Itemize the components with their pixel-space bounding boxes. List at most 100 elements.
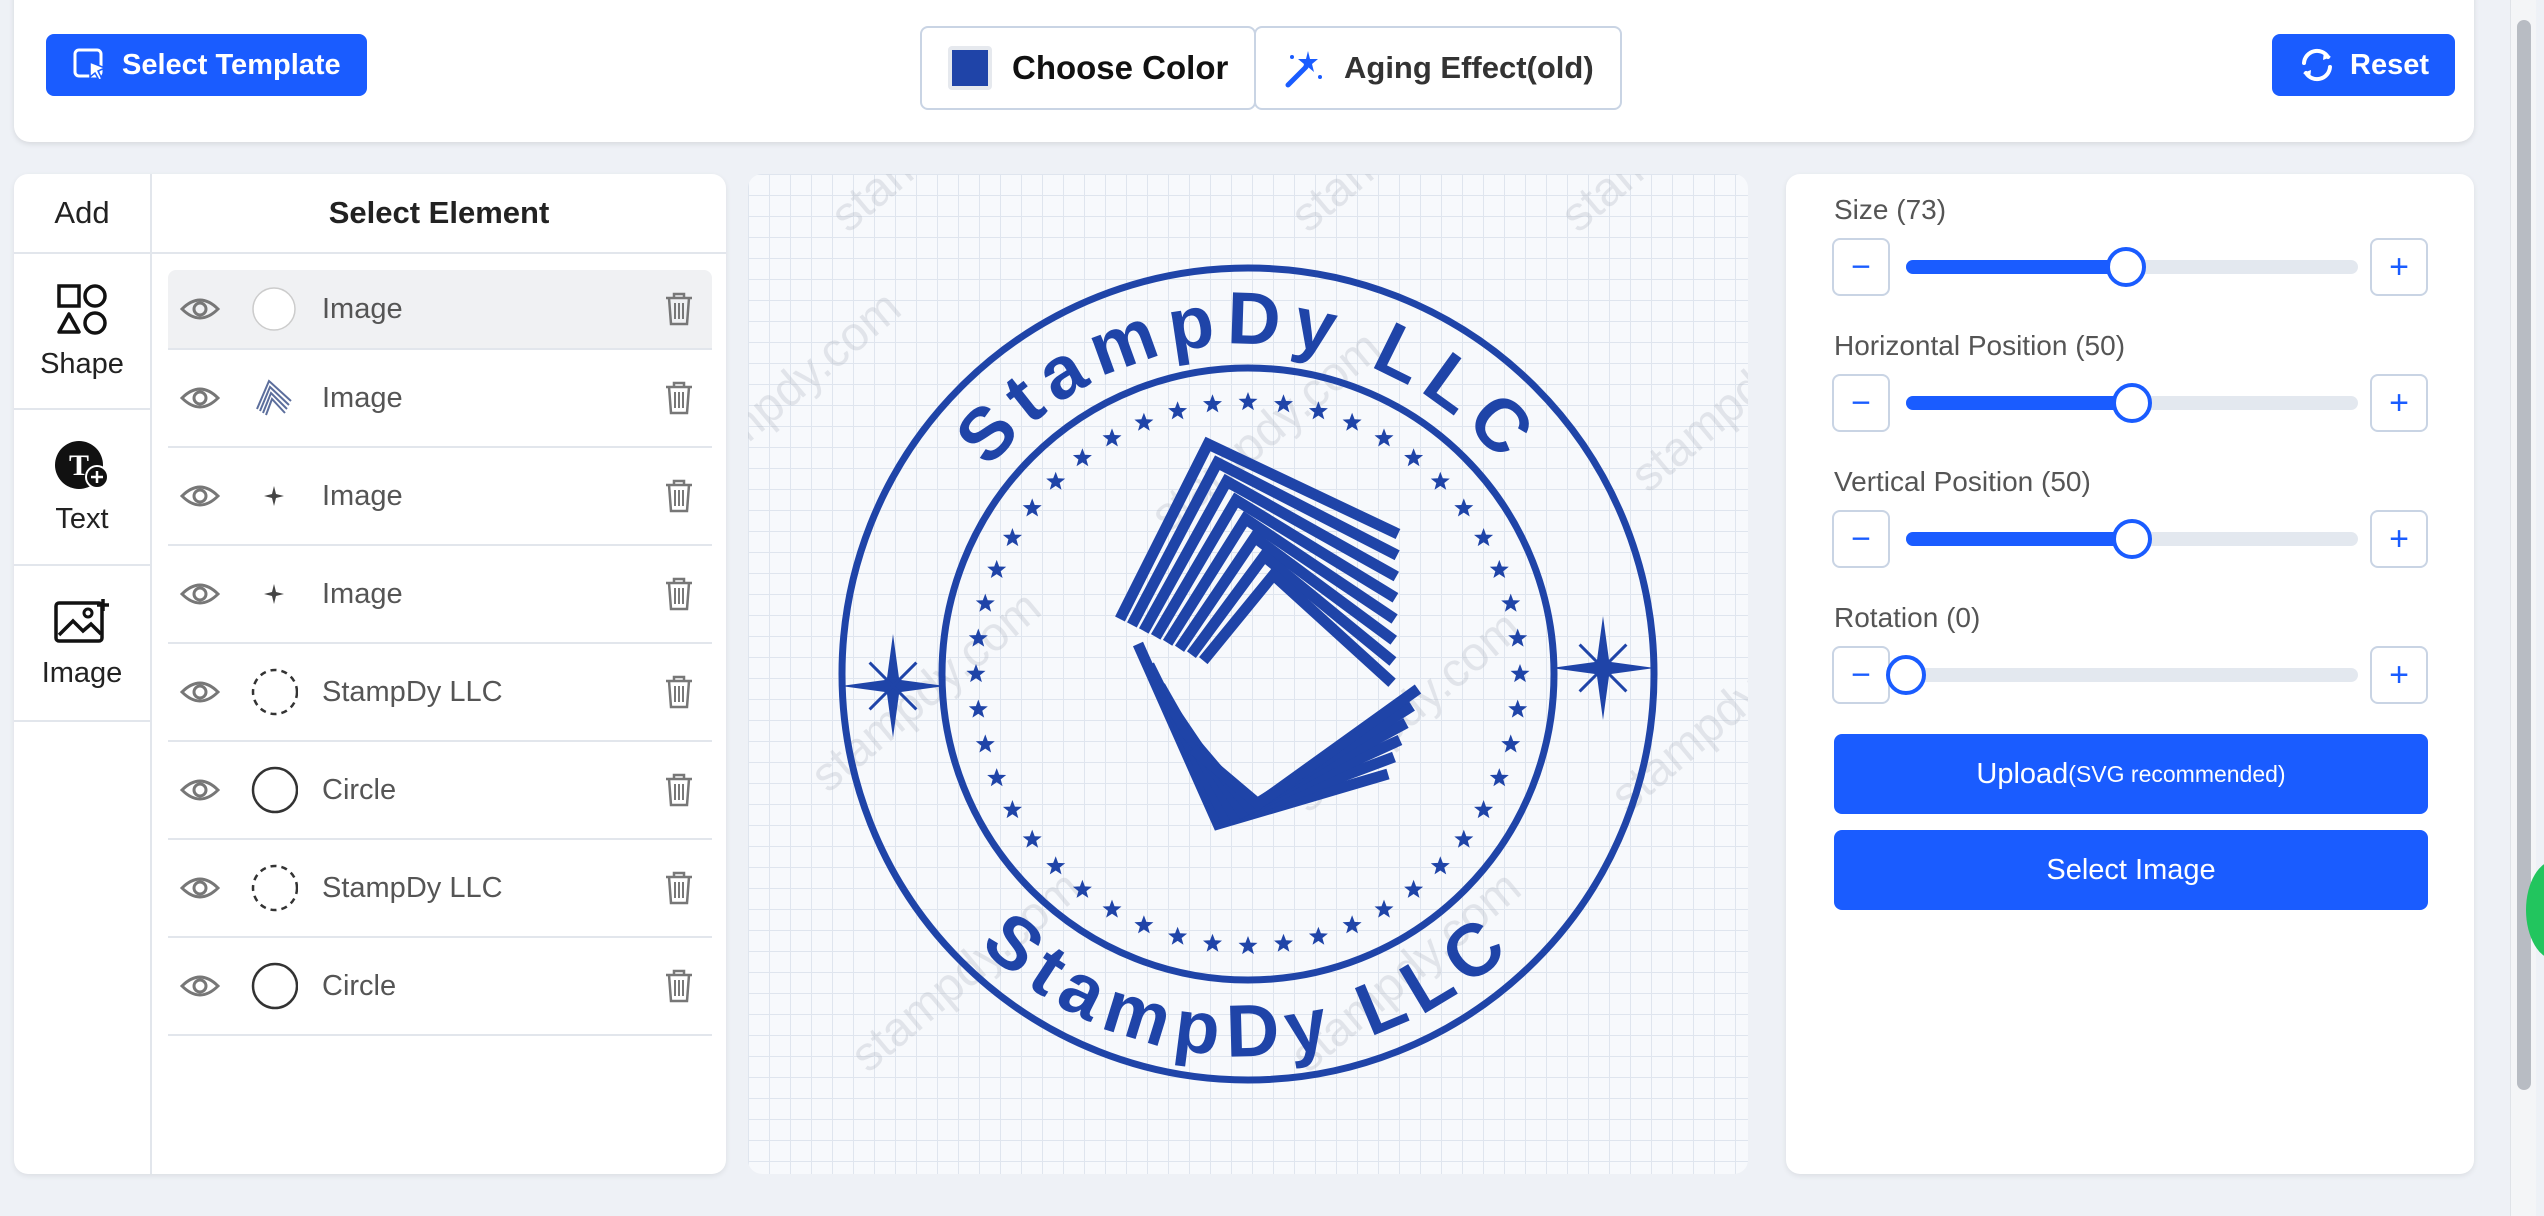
rotation-increase-button[interactable]: + <box>2370 646 2428 704</box>
vertical-decrease-button[interactable]: − <box>1832 510 1890 568</box>
page-scrollbar[interactable] <box>2510 0 2536 1216</box>
ring-star <box>1238 936 1258 955</box>
size-slider-knob[interactable] <box>2105 247 2146 287</box>
element-row[interactable]: Image <box>168 270 712 350</box>
ring-star <box>975 734 995 753</box>
eye-icon[interactable] <box>180 579 220 609</box>
element-row[interactable]: StampDy LLC <box>168 644 712 742</box>
vertical-slider-fill <box>1906 532 2132 546</box>
trash-icon[interactable] <box>664 871 694 905</box>
sparkle-thumb <box>264 486 284 506</box>
element-label: Circle <box>322 969 397 1002</box>
trash-icon[interactable] <box>664 675 694 709</box>
reset-label: Reset <box>2350 48 2429 81</box>
rotation-slider-knob[interactable] <box>1886 655 1926 695</box>
horizontal-decrease-button[interactable]: − <box>1832 374 1890 432</box>
add-shape-button[interactable]: Shape <box>14 254 150 410</box>
reset-button[interactable]: Reset <box>2272 34 2455 96</box>
element-row[interactable]: Image <box>168 350 712 448</box>
ring-star <box>1046 471 1066 490</box>
element-row[interactable]: Circle <box>168 742 712 840</box>
add-text-button[interactable]: T Text <box>14 410 150 566</box>
aging-effect-label: Aging Effect(old) <box>1344 50 1594 85</box>
element-row[interactable]: Image <box>168 448 712 546</box>
plus-icon: + <box>2389 655 2409 694</box>
ring-star <box>1501 593 1521 612</box>
element-row[interactable]: Circle <box>168 938 712 1036</box>
rotation-decrease-button[interactable]: − <box>1832 646 1890 704</box>
size-increase-button[interactable]: + <box>2370 238 2428 296</box>
element-row[interactable]: StampDy LLC <box>168 840 712 938</box>
trash-icon[interactable] <box>664 381 694 415</box>
eye-icon[interactable] <box>180 873 220 903</box>
color-swatch <box>948 46 992 90</box>
trash-icon[interactable] <box>664 292 694 326</box>
select-element-title: Select Element <box>152 174 726 254</box>
ring-star <box>1501 734 1521 753</box>
watermark-text: stampdy.com <box>1281 174 1531 242</box>
ring-star <box>1474 800 1494 819</box>
circle-thumb <box>251 962 298 1010</box>
aging-effect-button[interactable]: Aging Effect(old) <box>1254 26 1622 110</box>
trash-icon[interactable] <box>664 479 694 513</box>
horizontal-slider-knob[interactable] <box>2112 383 2152 423</box>
upload-button[interactable]: Upload (SVG recommended) <box>1834 734 2428 814</box>
eye-icon[interactable] <box>180 971 220 1001</box>
blank-circle-thumb <box>252 287 296 331</box>
ring-star <box>1002 800 1022 819</box>
minus-icon: − <box>1851 247 1871 286</box>
select-image-label: Select Image <box>2046 853 2216 886</box>
ring-star <box>987 559 1007 578</box>
image-add-icon <box>54 598 109 643</box>
ring-star <box>1102 428 1122 447</box>
element-label: Image <box>322 577 403 610</box>
top-toolbar: Select Template Choose Color Aging Effec… <box>14 0 2474 142</box>
ring-star <box>1508 699 1528 718</box>
element-label: Circle <box>322 773 397 806</box>
element-label: StampDy LLC <box>322 871 503 904</box>
watermark-text: stampdy.com <box>801 581 1051 803</box>
horizontal-slider-fill <box>1906 396 2132 410</box>
add-text-label: Text <box>55 502 109 535</box>
size-slider[interactable] <box>1906 247 2358 287</box>
rotation-slider[interactable] <box>1886 655 2358 695</box>
minus-icon: − <box>1851 519 1871 558</box>
eye-icon[interactable] <box>180 677 220 707</box>
element-thumb <box>250 285 298 333</box>
element-row[interactable]: Image <box>168 546 712 644</box>
select-template-button[interactable]: Select Template <box>46 34 367 96</box>
element-thumb <box>250 864 298 912</box>
dashed-circle-thumb <box>251 668 298 716</box>
eye-icon[interactable] <box>180 775 220 805</box>
add-title: Add <box>14 174 150 254</box>
element-label: StampDy LLC <box>322 675 503 708</box>
stamp-canvas[interactable]: stampdy.com stampdy.com stampdy.com stampdy… <box>748 174 1748 1174</box>
ring-star <box>1474 528 1494 547</box>
trash-icon[interactable] <box>664 773 694 807</box>
trash-icon[interactable] <box>664 577 694 611</box>
vertical-slider-knob[interactable] <box>2112 519 2152 559</box>
choose-color-button[interactable]: Choose Color <box>920 26 1257 110</box>
trash-icon[interactable] <box>664 969 694 1003</box>
add-image-button[interactable]: Image <box>14 566 150 722</box>
horizontal-increase-button[interactable]: + <box>2370 374 2428 432</box>
select-image-button[interactable]: Select Image <box>1834 830 2428 910</box>
ring-star <box>1134 412 1154 431</box>
ring-star <box>1454 498 1474 517</box>
ring-star <box>1489 559 1509 578</box>
horizontal-position-slider[interactable] <box>1906 383 2358 423</box>
add-shape-label: Shape <box>40 347 124 380</box>
size-decrease-button[interactable]: − <box>1832 238 1890 296</box>
ring-star <box>1489 768 1509 787</box>
ring-star <box>1430 471 1450 490</box>
watermark-text: stampdy.com <box>1621 281 1748 503</box>
upload-hint: (SVG recommended) <box>2068 760 2286 787</box>
refresh-icon <box>2302 48 2332 82</box>
vertical-position-slider[interactable] <box>1906 519 2358 559</box>
eye-icon[interactable] <box>180 294 220 324</box>
eye-icon[interactable] <box>180 383 220 413</box>
cursor-select-icon <box>73 48 107 81</box>
ring-star <box>1102 899 1122 918</box>
vertical-increase-button[interactable]: + <box>2370 510 2428 568</box>
eye-icon[interactable] <box>180 481 220 511</box>
